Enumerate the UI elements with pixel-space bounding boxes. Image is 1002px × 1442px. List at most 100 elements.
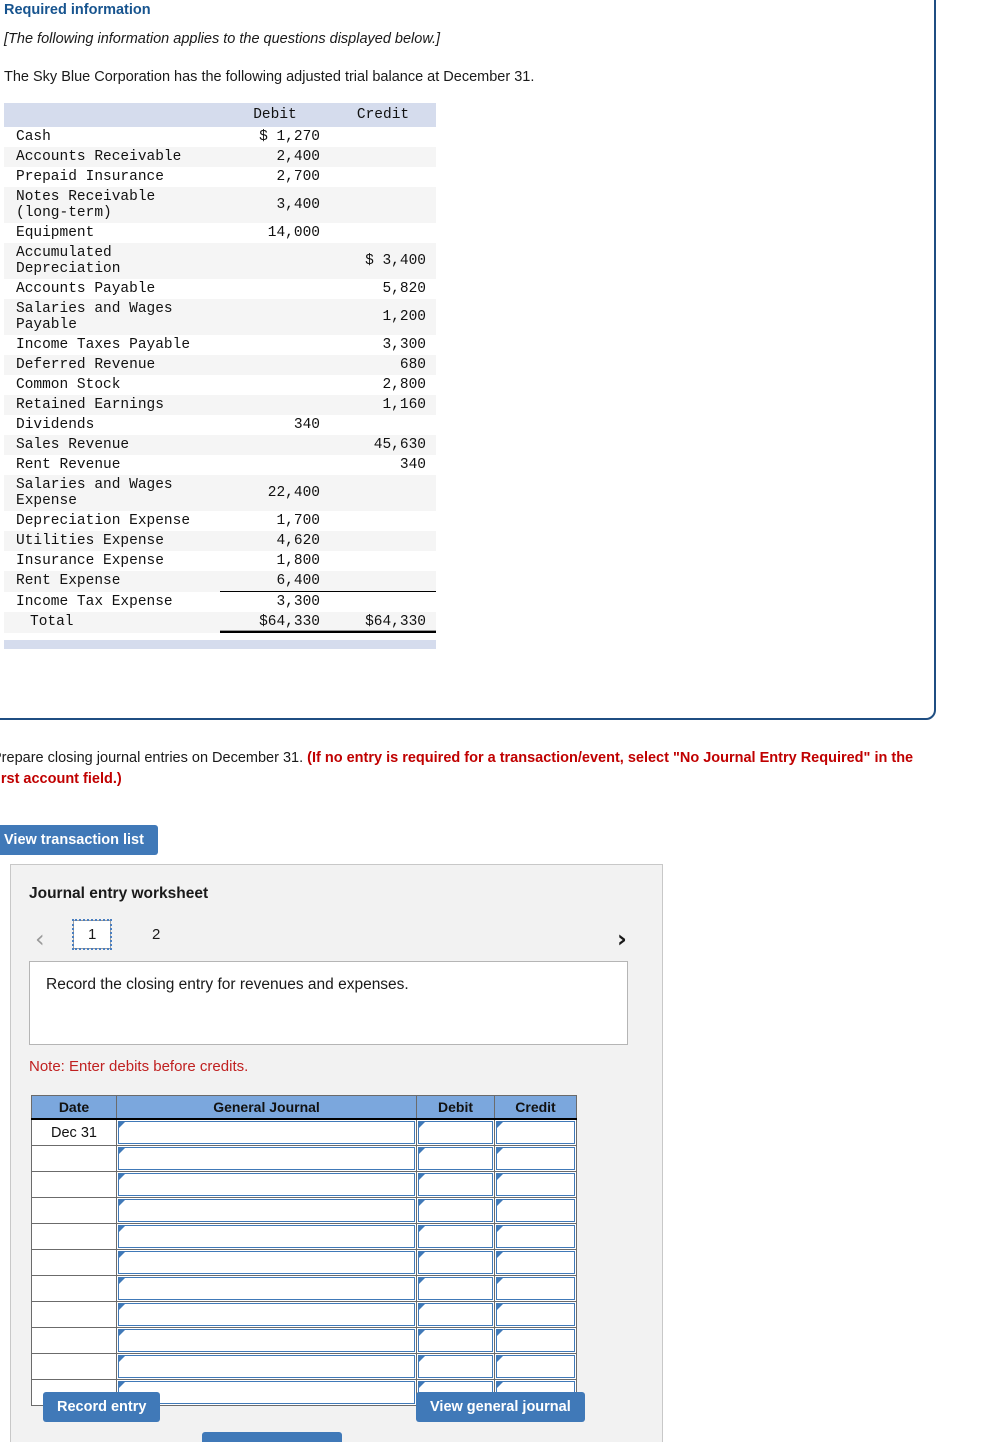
- journal-entry-row: [31, 1145, 577, 1172]
- journal-date-cell[interactable]: [31, 1275, 117, 1302]
- journal-credit-input[interactable]: [496, 1147, 575, 1170]
- journal-account-input-cell[interactable]: [116, 1379, 417, 1406]
- journal-credit-input-cell[interactable]: [494, 1275, 577, 1302]
- journal-credit-input[interactable]: [496, 1303, 575, 1326]
- journal-credit-input-cell[interactable]: [494, 1301, 577, 1328]
- journal-debit-input[interactable]: [418, 1225, 493, 1248]
- journal-debit-input[interactable]: [418, 1147, 493, 1170]
- journal-account-input[interactable]: [118, 1121, 415, 1144]
- journal-account-input[interactable]: [118, 1199, 415, 1222]
- journal-debit-input[interactable]: [418, 1303, 493, 1326]
- journal-date-cell[interactable]: [31, 1327, 117, 1354]
- journal-debit-input[interactable]: [418, 1355, 493, 1378]
- journal-account-input[interactable]: [118, 1381, 415, 1404]
- journal-entry-row: [31, 1223, 577, 1250]
- journal-account-input-cell[interactable]: [116, 1327, 417, 1354]
- journal-credit-input[interactable]: [496, 1355, 575, 1378]
- journal-entry-worksheet-panel: Journal entry worksheet ‹ 1 2 › Record t…: [10, 864, 663, 1442]
- journal-credit-input[interactable]: [496, 1173, 575, 1196]
- journal-account-input[interactable]: [118, 1355, 415, 1378]
- journal-credit-input-cell[interactable]: [494, 1197, 577, 1224]
- journal-credit-input-cell[interactable]: [494, 1223, 577, 1250]
- journal-date-cell[interactable]: [31, 1301, 117, 1328]
- trial-balance-row: Salaries and Wages Expense 22,400: [4, 475, 436, 511]
- trial-balance-row: Dividends 340: [4, 415, 436, 435]
- journal-date-cell[interactable]: [31, 1353, 117, 1380]
- journal-account-input-cell[interactable]: [116, 1171, 417, 1198]
- journal-debit-input-cell[interactable]: [416, 1353, 495, 1380]
- journal-debit-input[interactable]: [418, 1277, 493, 1300]
- worksheet-tab-2[interactable]: 2: [138, 921, 174, 948]
- journal-account-input[interactable]: [118, 1251, 415, 1274]
- journal-account-input-cell[interactable]: [116, 1118, 417, 1146]
- journal-entry-row: [31, 1249, 577, 1276]
- journal-credit-input-cell[interactable]: [494, 1353, 577, 1380]
- trial-balance-row: Accumulated Depreciation $ 3,400: [4, 243, 436, 279]
- journal-debit-input[interactable]: [418, 1329, 493, 1352]
- journal-debit-input-cell[interactable]: [416, 1327, 495, 1354]
- journal-credit-input-cell[interactable]: [494, 1171, 577, 1198]
- journal-credit-input-cell[interactable]: [494, 1327, 577, 1354]
- journal-debit-input-cell[interactable]: [416, 1301, 495, 1328]
- journal-debit-input-cell[interactable]: [416, 1145, 495, 1172]
- journal-credit-input[interactable]: [496, 1225, 575, 1248]
- journal-account-input-cell[interactable]: [116, 1275, 417, 1302]
- journal-debit-input-cell[interactable]: [416, 1249, 495, 1276]
- tb-total-debit: $64,330: [220, 612, 330, 633]
- partial-bottom-button[interactable]: [202, 1432, 342, 1442]
- journal-account-input[interactable]: [118, 1225, 415, 1248]
- required-information-panel: Required information [The following info…: [0, 0, 936, 720]
- journal-credit-input[interactable]: [496, 1199, 575, 1222]
- journal-account-input-cell[interactable]: [116, 1197, 417, 1224]
- journal-debit-input-cell[interactable]: [416, 1223, 495, 1250]
- worksheet-tab-1[interactable]: 1: [71, 919, 113, 950]
- journal-date-cell[interactable]: [31, 1197, 117, 1224]
- journal-date-cell[interactable]: [31, 1145, 117, 1172]
- tb-account-name: Dividends: [16, 417, 95, 433]
- tb-total-label: Total: [4, 612, 220, 633]
- journal-account-input-cell[interactable]: [116, 1301, 417, 1328]
- tb-credit-value: 340: [399, 457, 426, 473]
- chevron-right-icon[interactable]: ›: [617, 927, 627, 951]
- journal-debit-input-cell[interactable]: [416, 1275, 495, 1302]
- view-transaction-list-button[interactable]: View transaction list: [0, 825, 158, 855]
- journal-credit-input-cell[interactable]: [494, 1145, 577, 1172]
- journal-account-input[interactable]: [118, 1329, 415, 1352]
- journal-debit-input[interactable]: [418, 1121, 493, 1144]
- trial-balance-row: Cash $ 1,270: [4, 127, 436, 147]
- tb-debit-value: 3,300: [220, 591, 330, 612]
- journal-col-credit: Credit: [494, 1095, 577, 1120]
- journal-credit-input[interactable]: [496, 1329, 575, 1352]
- journal-debit-input[interactable]: [418, 1173, 493, 1196]
- journal-debit-input-cell[interactable]: [416, 1171, 495, 1198]
- journal-debit-input[interactable]: [418, 1199, 493, 1222]
- journal-credit-input[interactable]: [496, 1251, 575, 1274]
- journal-credit-input[interactable]: [496, 1277, 575, 1300]
- chevron-left-icon[interactable]: ‹: [35, 927, 45, 951]
- journal-account-input[interactable]: [118, 1147, 415, 1170]
- journal-account-input[interactable]: [118, 1303, 415, 1326]
- journal-date-cell[interactable]: [31, 1223, 117, 1250]
- journal-credit-input-cell[interactable]: [494, 1249, 577, 1276]
- journal-account-input-cell[interactable]: [116, 1145, 417, 1172]
- journal-debit-input[interactable]: [418, 1251, 493, 1274]
- journal-credit-input[interactable]: [496, 1121, 575, 1144]
- journal-credit-input-cell[interactable]: [494, 1118, 577, 1146]
- journal-debit-input-cell[interactable]: [416, 1197, 495, 1224]
- trial-balance-row: Income Tax Expense 3,300: [4, 591, 436, 612]
- journal-account-input[interactable]: [118, 1173, 415, 1196]
- journal-account-input-cell[interactable]: [116, 1353, 417, 1380]
- journal-date-cell[interactable]: [31, 1171, 117, 1198]
- journal-account-input-cell[interactable]: [116, 1249, 417, 1276]
- view-general-journal-button[interactable]: View general journal: [416, 1392, 585, 1422]
- journal-date-cell[interactable]: Dec 31: [31, 1118, 117, 1146]
- tb-debit-value: 2,400: [220, 147, 330, 167]
- journal-debit-input-cell[interactable]: [416, 1118, 495, 1146]
- journal-account-input-cell[interactable]: [116, 1223, 417, 1250]
- trial-balance-row: Accounts Payable 5,820: [4, 279, 436, 299]
- record-entry-button[interactable]: Record entry: [43, 1392, 161, 1422]
- journal-date-cell[interactable]: [31, 1249, 117, 1276]
- journal-account-input[interactable]: [118, 1277, 415, 1300]
- tb-debit-value: [220, 455, 330, 475]
- col-header-debit: Debit: [220, 103, 330, 127]
